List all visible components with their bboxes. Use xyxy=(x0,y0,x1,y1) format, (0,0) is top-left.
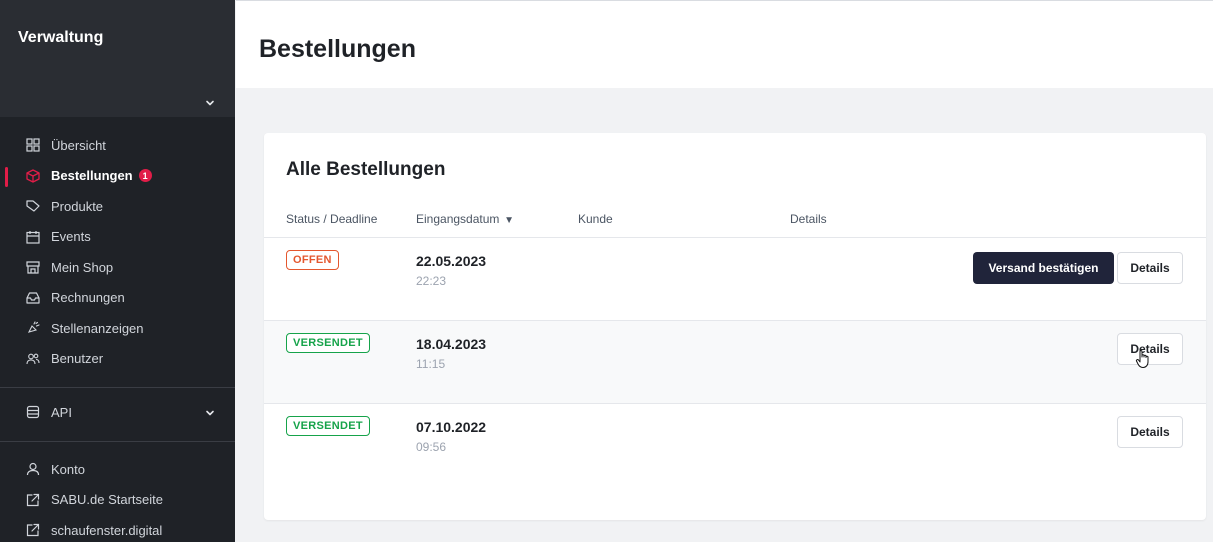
page-title: Bestellungen xyxy=(259,35,416,63)
megaphone-icon xyxy=(26,321,40,335)
details-button[interactable]: Details xyxy=(1117,252,1183,284)
column-header-date[interactable]: Eingangsdatum ▼ xyxy=(416,212,514,226)
hand-pointer-icon xyxy=(1135,350,1149,368)
sidebar-item-label: Events xyxy=(51,229,91,245)
sidebar-item-produkte[interactable]: Produkte xyxy=(0,191,235,222)
order-date: 07.10.2022 xyxy=(416,419,487,435)
column-header-customer: Kunde xyxy=(578,212,613,226)
column-header-date-label: Eingangsdatum xyxy=(416,212,500,226)
sidebar-item-label: Bestellungen xyxy=(51,168,133,184)
divider xyxy=(0,387,235,388)
users-icon xyxy=(26,352,40,366)
sidebar-item-benutzer[interactable]: Benutzer xyxy=(0,344,235,375)
column-header-details: Details xyxy=(790,212,827,226)
chevron-down-icon xyxy=(206,100,214,106)
tag-icon xyxy=(26,199,40,213)
status-badge: OFFEN xyxy=(286,250,339,270)
sidebar-item-mein-shop[interactable]: Mein Shop xyxy=(0,252,235,283)
sidebar-item-sabu-startseite[interactable]: SABU.de Startseite xyxy=(0,485,235,516)
order-time: 22:23 xyxy=(416,274,447,288)
details-button[interactable]: Details xyxy=(1117,416,1183,448)
page-header: Bestellungen xyxy=(236,0,1213,88)
sidebar-item-rechnungen[interactable]: Rechnungen xyxy=(0,283,235,314)
secondary-nav: Konto SABU.de Startseite schaufenster.di… xyxy=(0,454,235,542)
sidebar-item-uebersicht[interactable]: Übersicht xyxy=(0,130,235,161)
sidebar-item-label: Konto xyxy=(51,461,85,477)
notification-badge: 1 xyxy=(138,169,152,183)
grid-icon xyxy=(26,138,40,152)
orders-card: Alle Bestellungen Status / Deadline Eing… xyxy=(264,133,1206,520)
store-icon xyxy=(26,260,40,274)
sidebar-item-bestellungen[interactable]: Bestellungen 1 xyxy=(0,161,235,192)
external-link-icon xyxy=(26,523,40,537)
external-link-icon xyxy=(26,493,40,507)
sidebar-item-api[interactable]: API xyxy=(0,397,235,427)
order-time: 09:56 xyxy=(416,440,447,454)
sidebar-item-konto[interactable]: Konto xyxy=(0,454,235,485)
sort-desc-icon: ▼ xyxy=(501,215,515,226)
database-icon xyxy=(26,405,40,419)
order-time: 11:15 xyxy=(416,357,446,371)
table-row: VERSENDET 18.04.2023 11:15 Details xyxy=(264,320,1206,403)
status-badge: VERSENDET xyxy=(286,333,370,353)
workspace-title: Verwaltung xyxy=(18,29,104,46)
order-date: 22.05.2023 xyxy=(416,253,487,269)
sidebar-item-label: Produkte xyxy=(51,198,104,214)
sidebar-item-label: schaufenster.digital xyxy=(51,522,163,538)
sidebar-item-stellenanzeigen[interactable]: Stellenanzeigen xyxy=(0,313,235,344)
sidebar-item-events[interactable]: Events xyxy=(0,222,235,253)
sidebar-item-label: Benutzer xyxy=(51,351,104,367)
column-header-status: Status / Deadline xyxy=(286,212,378,226)
sidebar-item-label: API xyxy=(51,404,72,420)
sidebar-item-schaufenster-digital[interactable]: schaufenster.digital xyxy=(0,515,235,542)
table-row: OFFEN 22.05.2023 22:23 Versand bestätige… xyxy=(264,237,1206,320)
calendar-icon xyxy=(26,230,40,244)
sidebar: Verwaltung Übersicht Bestellungen 1 Prod… xyxy=(0,0,235,542)
user-icon xyxy=(26,462,40,476)
main-nav: Übersicht Bestellungen 1 Produkte Events… xyxy=(0,130,235,374)
card-title: Alle Bestellungen xyxy=(286,159,446,180)
status-badge: VERSENDET xyxy=(286,416,370,436)
divider xyxy=(0,441,235,442)
sidebar-item-label: SABU.de Startseite xyxy=(51,492,163,508)
table-row: VERSENDET 07.10.2022 09:56 Details xyxy=(264,403,1206,486)
chevron-down-icon xyxy=(206,410,214,416)
sidebar-item-label: Übersicht xyxy=(51,137,106,153)
confirm-shipping-button[interactable]: Versand bestätigen xyxy=(973,252,1114,284)
box-icon xyxy=(26,169,40,183)
order-date: 18.04.2023 xyxy=(416,336,487,352)
inbox-icon xyxy=(26,291,40,305)
workspace-switcher[interactable]: Verwaltung xyxy=(0,0,235,117)
sidebar-item-label: Stellenanzeigen xyxy=(51,320,144,336)
sidebar-item-label: Rechnungen xyxy=(51,290,125,306)
sidebar-item-label: Mein Shop xyxy=(51,259,114,275)
